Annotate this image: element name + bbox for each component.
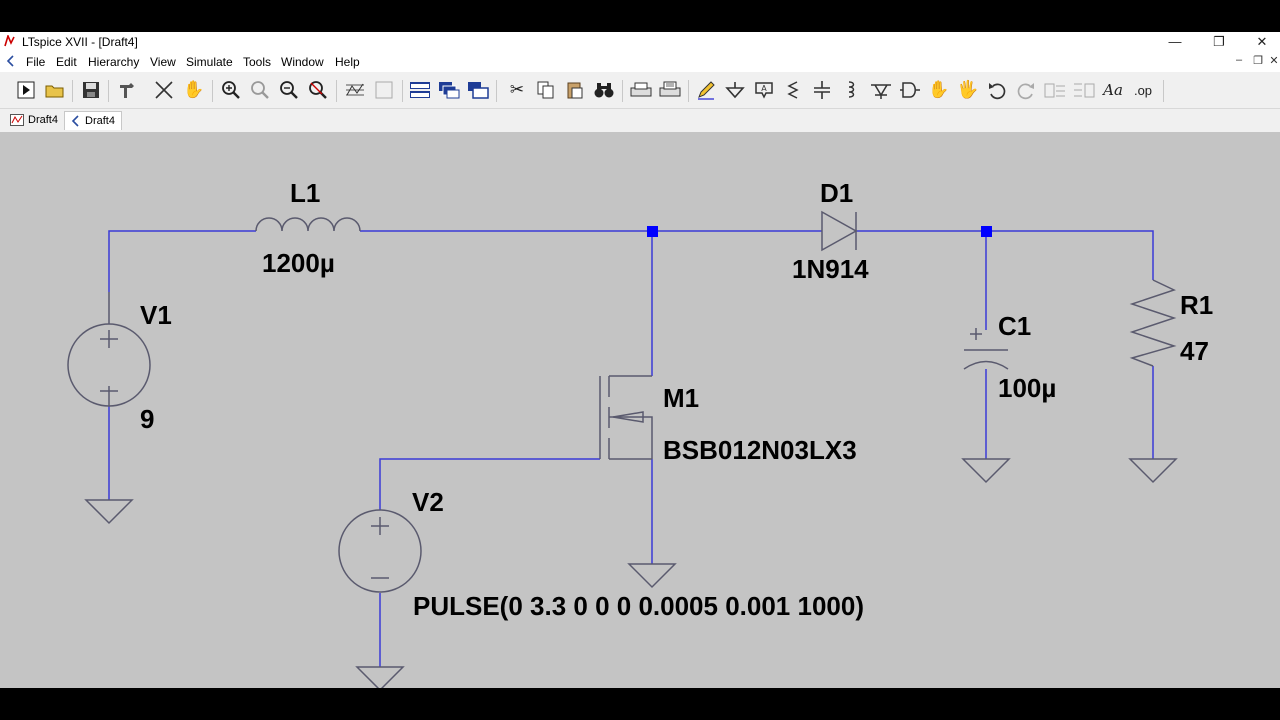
l1-name-label[interactable]: L1 — [290, 180, 320, 206]
schematic-doc-icon[interactable] — [5, 55, 17, 67]
c1-name-label[interactable]: C1 — [998, 313, 1031, 339]
ground-symbols — [84, 458, 1178, 688]
drag-hand-open-icon[interactable]: 🖐 — [956, 78, 980, 102]
tile-vertical-icon[interactable] — [466, 78, 490, 102]
cut-probe-icon[interactable] — [152, 78, 176, 102]
m1-value-label[interactable]: BSB012N03LX3 — [663, 437, 857, 463]
tab-draft4-waveform[interactable]: Draft4 — [4, 111, 64, 129]
ltspice-window: LTspice XVII - [Draft4] — ❐ ✕ File Edit … — [0, 32, 1280, 713]
grid-icon[interactable] — [372, 78, 396, 102]
r1-value-label[interactable]: 47 — [1180, 338, 1209, 364]
inductor-icon[interactable] — [839, 78, 863, 102]
save-icon[interactable] — [79, 78, 103, 102]
wire-v1-top — [108, 230, 256, 292]
ground-icon[interactable] — [723, 78, 747, 102]
menu-file[interactable]: File — [26, 55, 45, 69]
cut-icon[interactable]: ✂ — [505, 78, 529, 102]
wire-d1-r1 — [856, 230, 1154, 280]
print-preview-icon[interactable] — [658, 78, 682, 102]
zoom-out-icon[interactable] — [277, 78, 301, 102]
ground-m1 — [627, 563, 677, 589]
menu-hierarchy[interactable]: Hierarchy — [88, 55, 139, 69]
mirror-icon[interactable] — [1072, 78, 1096, 102]
schematic-icon — [71, 115, 79, 127]
minimize-button[interactable]: — — [1160, 33, 1190, 51]
document-tab-strip: Draft4 Draft4 — [0, 109, 1280, 131]
zoom-in-icon[interactable] — [219, 78, 243, 102]
v2-name-label[interactable]: V2 — [412, 489, 444, 515]
redo-icon[interactable] — [1014, 78, 1038, 102]
zoom-pan-icon[interactable] — [248, 78, 272, 102]
menu-help[interactable]: Help — [335, 55, 360, 69]
menu-view[interactable]: View — [150, 55, 176, 69]
l1-value-label[interactable]: 1200µ — [262, 250, 335, 276]
v1-value-label[interactable]: 9 — [140, 406, 154, 432]
net-label-icon[interactable]: A — [752, 78, 776, 102]
close-button[interactable]: ✕ — [1247, 33, 1277, 51]
waveform-icon — [10, 114, 24, 126]
text-font-button[interactable]: Aa — [1101, 78, 1125, 102]
resistor-icon[interactable] — [781, 78, 805, 102]
tab-label: Draft4 — [85, 115, 115, 127]
menu-bar: File Edit Hierarchy View Simulate Tools … — [0, 52, 1280, 72]
junction-dot — [647, 226, 658, 237]
print-icon[interactable] — [629, 78, 653, 102]
mosfet-m1[interactable] — [599, 375, 653, 460]
undo-icon[interactable] — [985, 78, 1009, 102]
spice-directive-button[interactable]: .op — [1131, 78, 1155, 102]
paste-icon[interactable] — [563, 78, 587, 102]
tran-directive[interactable]: .tran 10 — [66, 687, 159, 713]
cascade-icon[interactable] — [437, 78, 461, 102]
menu-simulate[interactable]: Simulate — [186, 55, 233, 69]
resistor-r1[interactable] — [1129, 279, 1177, 367]
drag-hand-icon[interactable]: ✋ — [182, 78, 206, 102]
title-bar: LTspice XVII - [Draft4] — ❐ ✕ — [0, 32, 1280, 52]
window-title: LTspice XVII - [Draft4] — [22, 35, 138, 49]
control-panel-hammer-icon[interactable] — [115, 78, 139, 102]
mdi-minimize-button[interactable]: – — [1231, 54, 1247, 66]
copy-icon[interactable] — [534, 78, 558, 102]
v1-name-label[interactable]: V1 — [140, 302, 172, 328]
tab-label: Draft4 — [28, 114, 58, 126]
maximize-button[interactable]: ❐ — [1204, 33, 1234, 51]
menu-edit[interactable]: Edit — [56, 55, 77, 69]
c1-value-label[interactable]: 100µ — [998, 375, 1056, 401]
tile-horizontal-icon[interactable] — [408, 78, 432, 102]
mdi-restore-button[interactable]: ❐ — [1250, 54, 1266, 67]
open-folder-icon[interactable] — [43, 78, 67, 102]
junction-dot — [981, 226, 992, 237]
menu-window[interactable]: Window — [281, 55, 324, 69]
svg-text:A: A — [761, 84, 767, 93]
m1-name-label[interactable]: M1 — [663, 385, 699, 411]
schematic-canvas[interactable]: L1 1200µ D1 1N914 V1 9 C1 100µ R1 47 M1 … — [0, 132, 1280, 713]
move-hand-icon[interactable]: ✋ — [927, 78, 951, 102]
ground-c1 — [961, 458, 1011, 484]
r1-name-label[interactable]: R1 — [1180, 292, 1213, 318]
zoom-fit-icon[interactable] — [306, 78, 330, 102]
tab-draft4-schematic[interactable]: Draft4 — [64, 111, 122, 130]
toolbar: ✋ ✂ A ✋ 🖐 Aa .op — [0, 72, 1280, 109]
rotate-icon[interactable] — [1043, 78, 1067, 102]
d1-name-label[interactable]: D1 — [820, 180, 853, 206]
v2-value-label[interactable]: PULSE(0 3.3 0 0 0 0.0005 0.001 1000) — [413, 593, 864, 619]
run-icon[interactable] — [14, 78, 38, 102]
mdi-close-button[interactable]: ✕ — [1266, 54, 1280, 67]
diode-d1[interactable] — [821, 210, 858, 252]
menu-tools[interactable]: Tools — [243, 55, 271, 69]
inductor-l1[interactable] — [255, 217, 361, 232]
draw-wire-pencil-icon[interactable] — [694, 78, 718, 102]
component-icon[interactable] — [898, 78, 922, 102]
autorange-icon[interactable] — [343, 78, 367, 102]
ground-v2 — [355, 666, 405, 688]
find-binoculars-icon[interactable] — [592, 78, 616, 102]
capacitor-icon[interactable] — [810, 78, 834, 102]
ground-v1 — [84, 499, 134, 525]
ground-r1 — [1128, 458, 1178, 484]
ltspice-app-icon — [4, 35, 15, 47]
voltage-source-v1[interactable] — [67, 292, 151, 407]
d1-value-label[interactable]: 1N914 — [792, 256, 869, 282]
diode-icon[interactable] — [869, 78, 893, 102]
voltage-source-v2[interactable] — [338, 509, 422, 593]
